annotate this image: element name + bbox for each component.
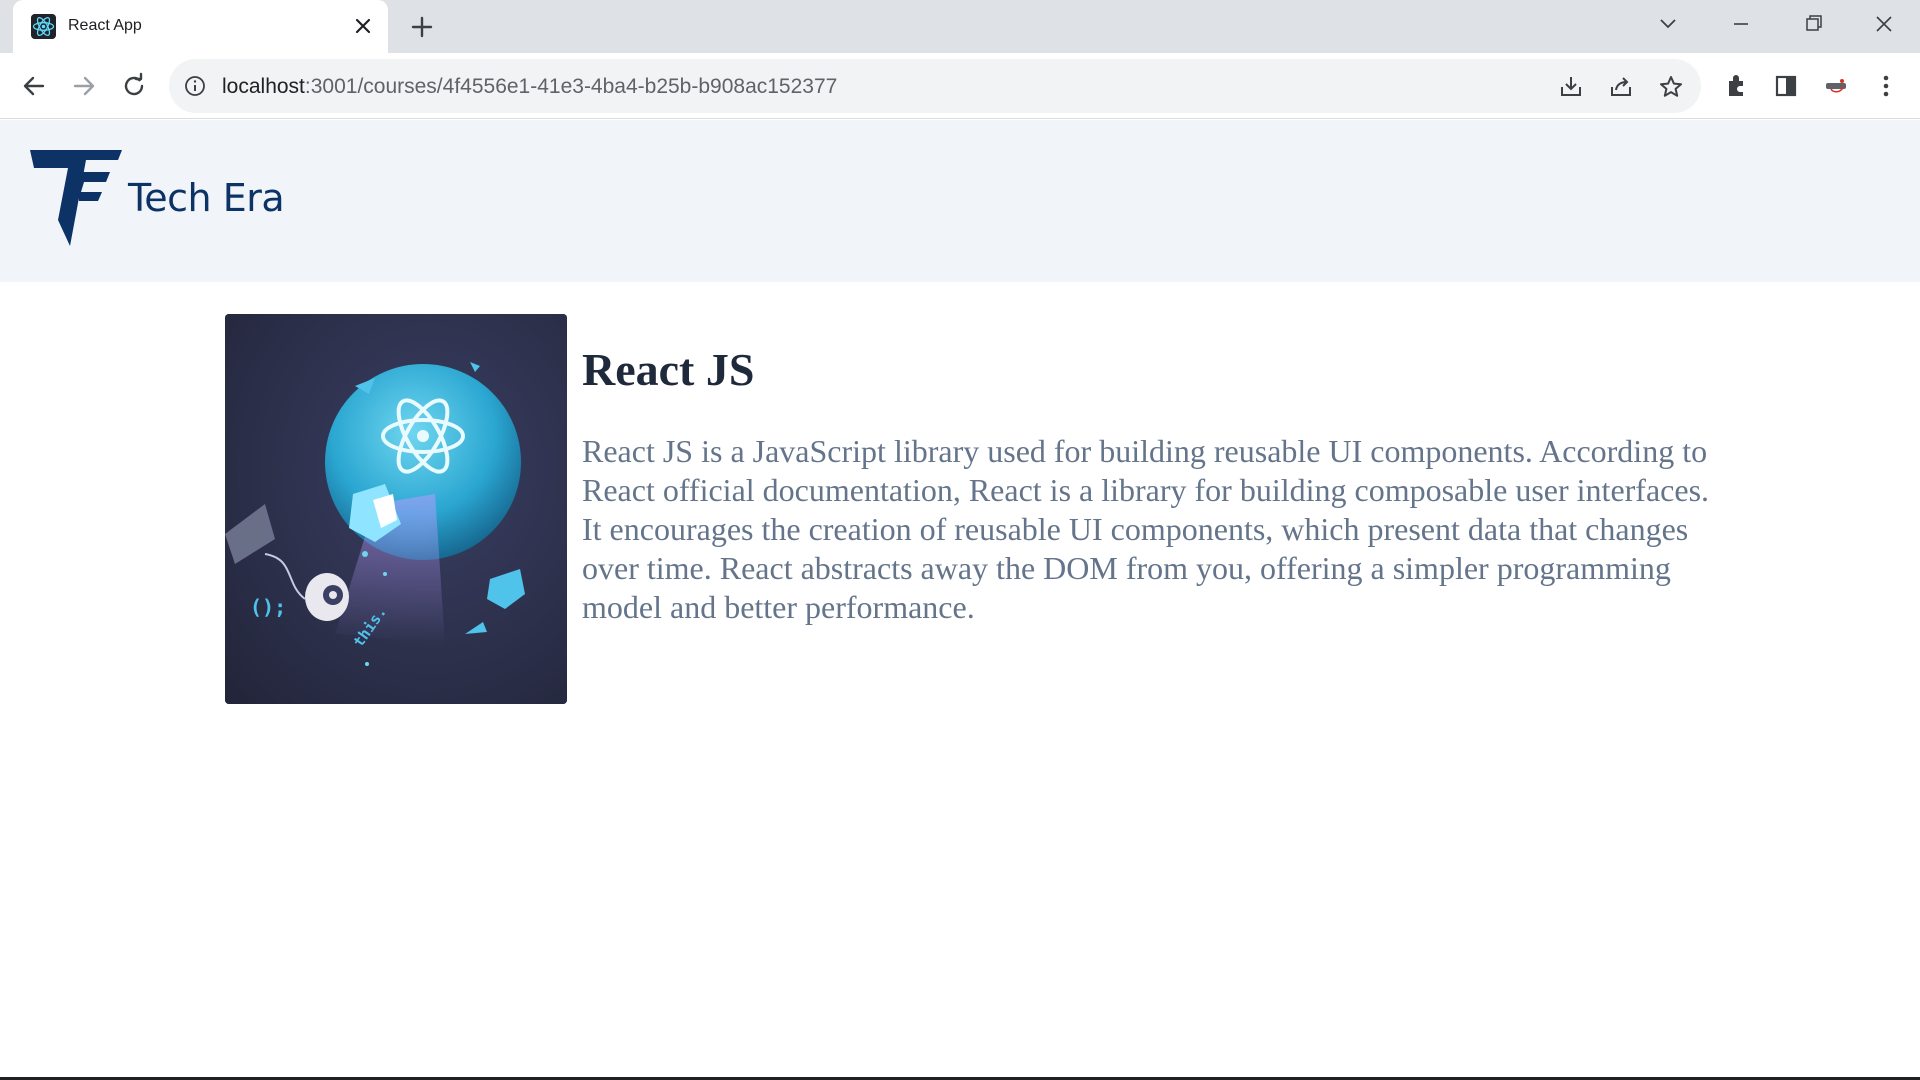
minimize-icon[interactable]: [1725, 10, 1757, 38]
tab-search-icon[interactable]: [1652, 10, 1684, 38]
share-icon[interactable]: [1607, 73, 1635, 101]
site-info-icon[interactable]: [183, 74, 207, 98]
image-code-text: ();: [250, 595, 286, 619]
back-icon[interactable]: [17, 69, 51, 103]
side-panel-icon[interactable]: [1769, 69, 1803, 103]
react-logo-icon: [31, 14, 56, 39]
tech-era-logo[interactable]: [30, 150, 124, 246]
site-header: Tech Era: [0, 120, 1920, 282]
install-app-icon[interactable]: [1557, 73, 1585, 101]
course-description: React JS is a JavaScript library used fo…: [582, 433, 1710, 625]
course-thumbnail: (); this.: [225, 314, 567, 704]
address-bar[interactable]: localhost:3001/courses/4f4556e1-41e3-4ba…: [169, 59, 1701, 113]
profile-avatar-icon[interactable]: [1819, 69, 1853, 103]
bookmark-star-icon[interactable]: [1657, 73, 1685, 101]
browser-tab[interactable]: React App: [13, 0, 388, 53]
course-title: React JS: [582, 344, 755, 395]
url-path: :3001/courses/4f4556e1-41e3-4ba4-b25b-b9…: [304, 75, 838, 98]
react-illustration: (); this.: [225, 314, 567, 704]
browser-tab-strip: React App: [0, 0, 1920, 53]
browser-toolbar: localhost:3001/courses/4f4556e1-41e3-4ba…: [0, 53, 1920, 119]
url-host: localhost: [222, 75, 305, 98]
forward-icon[interactable]: [67, 69, 101, 103]
menu-kebab-icon[interactable]: [1869, 69, 1903, 103]
extensions-icon[interactable]: [1719, 69, 1753, 103]
reload-icon[interactable]: [117, 69, 151, 103]
new-tab-icon[interactable]: [408, 13, 436, 41]
close-tab-icon[interactable]: [351, 14, 375, 38]
tab-title: React App: [68, 17, 142, 34]
restore-icon[interactable]: [1797, 10, 1829, 38]
url-text[interactable]: localhost:3001/courses/4f4556e1-41e3-4ba…: [222, 75, 837, 99]
brand-name[interactable]: Tech Era: [128, 176, 285, 220]
close-window-icon[interactable]: [1868, 10, 1900, 38]
